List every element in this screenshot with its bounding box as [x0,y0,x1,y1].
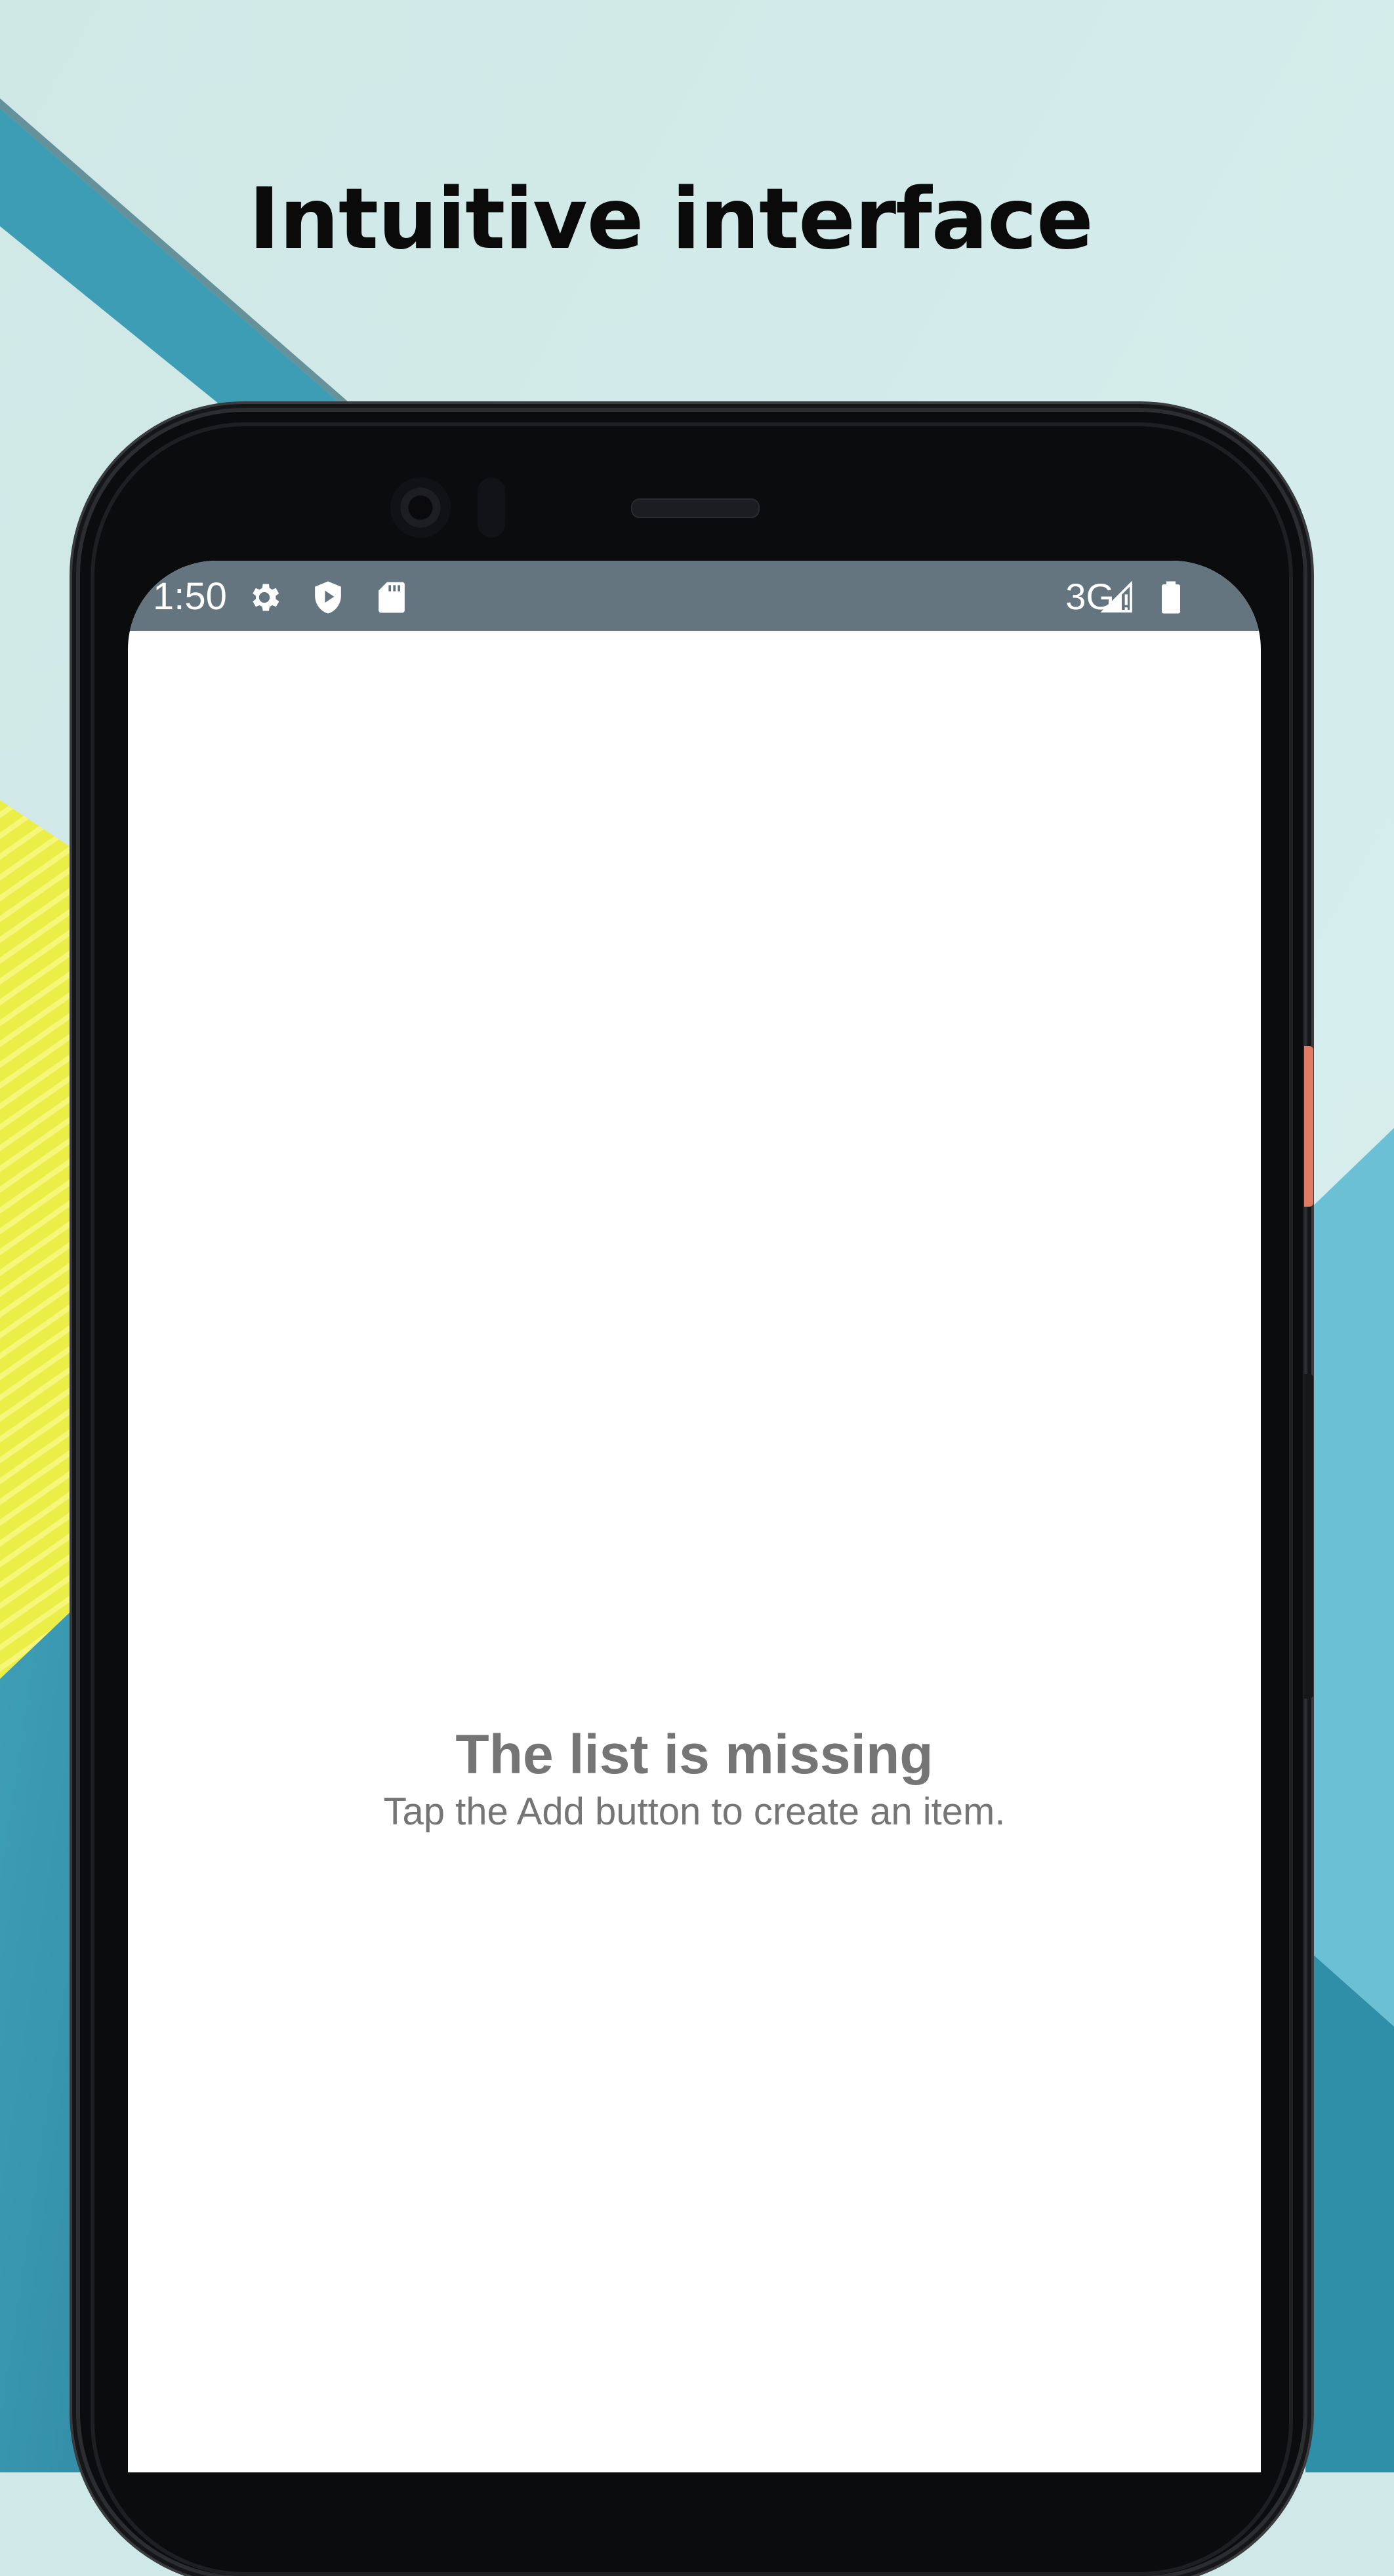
battery-icon [1162,581,1180,614]
empty-state-title: The list is missing [455,1723,933,1785]
status-bar: 1:50 3G [128,561,1261,631]
volume-button [1304,1374,1313,1699]
proximity-sensor [478,477,505,538]
shield-play-icon [315,581,341,614]
sd-card-icon [379,582,405,613]
earpiece-speaker [631,498,760,518]
promo-title: Intuitive interface [249,171,1094,268]
gear-icon [253,584,279,611]
front-camera [390,477,451,538]
signal-icon [1100,580,1132,613]
app-screen: 1:50 3G The list is missing Tap the Add … [128,561,1261,2472]
status-time: 1:50 [153,575,227,618]
empty-state-subtitle: Tap the Add button to create an item. [383,1790,1006,1833]
empty-state: The list is missing Tap the Add button t… [128,1721,1261,1836]
power-button [1304,1046,1313,1207]
